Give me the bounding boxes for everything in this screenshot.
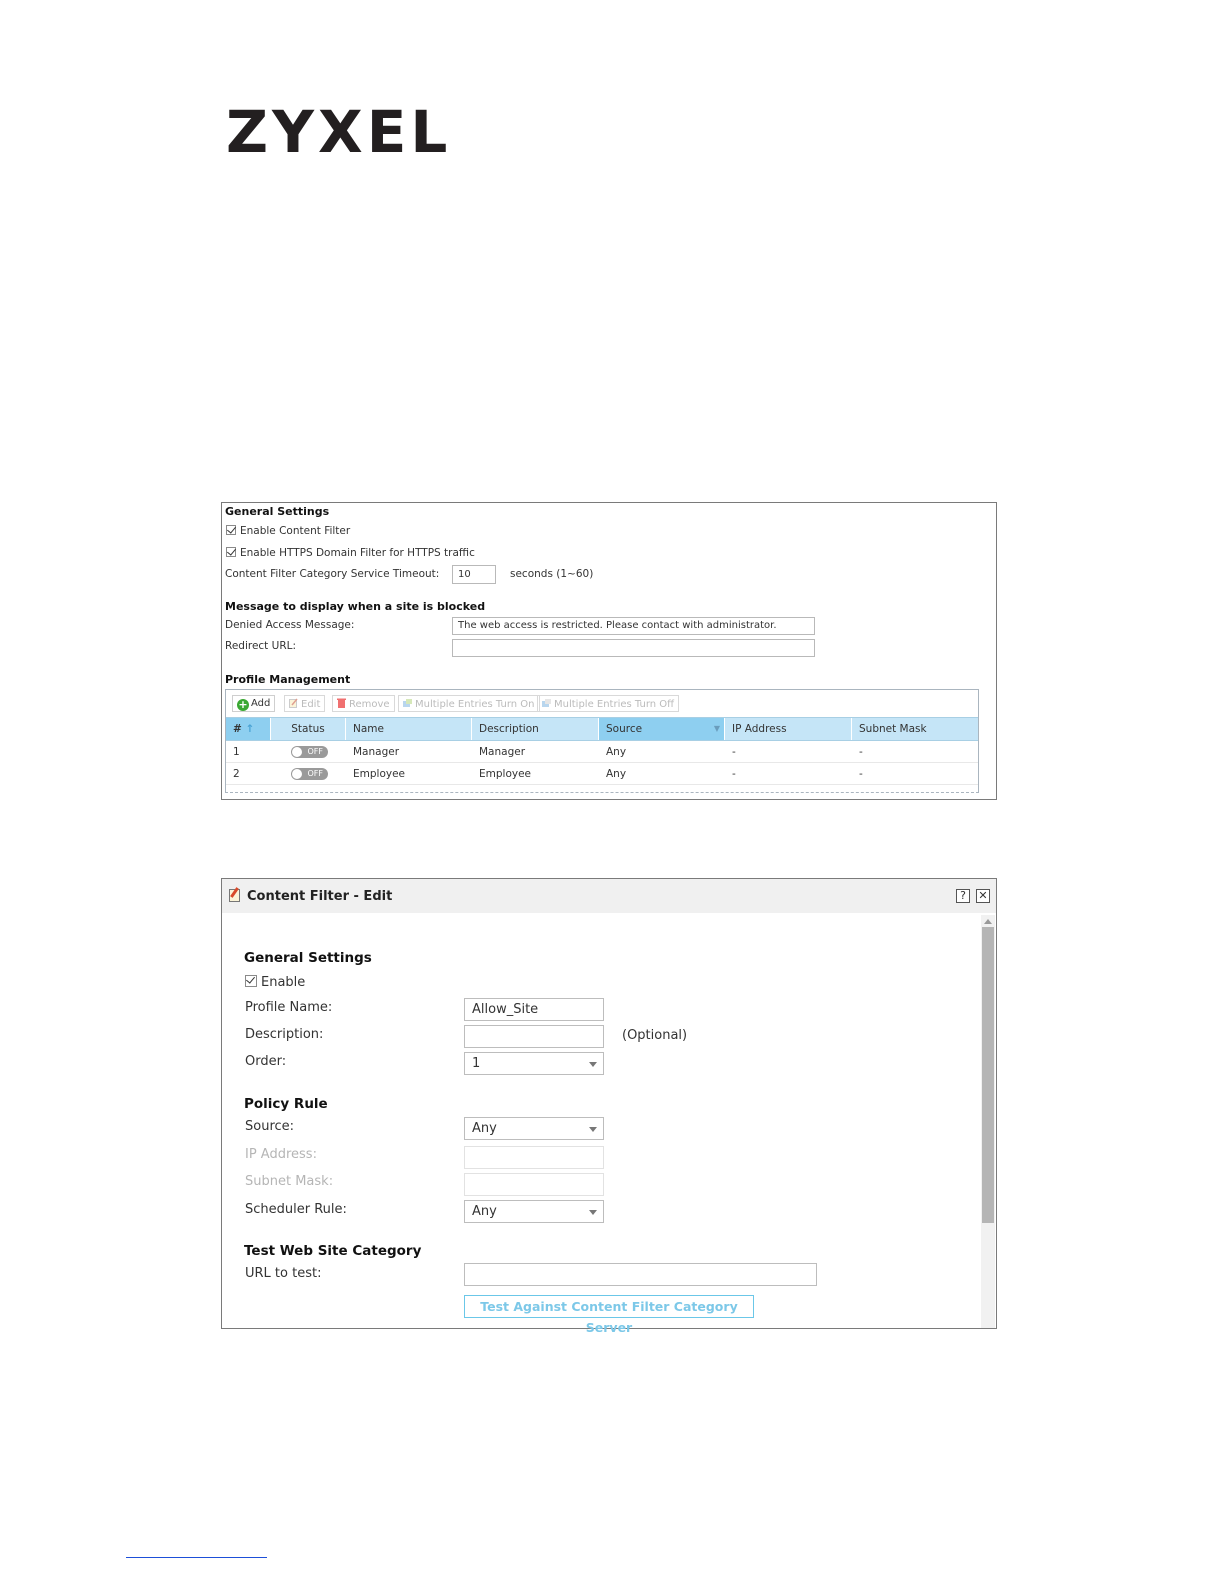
add-icon: + <box>237 698 249 711</box>
column-menu-icon[interactable]: ▼ <box>714 718 720 740</box>
col-status[interactable]: Status <box>271 718 346 740</box>
remove-button[interactable]: Remove <box>332 695 395 712</box>
content-filter-settings-panel: General Settings Enable Content Filter E… <box>221 502 997 800</box>
row-source: Any <box>606 768 627 780</box>
ip-address-input <box>464 1146 604 1169</box>
edit-button[interactable]: Edit <box>284 695 326 712</box>
description-label: Description: <box>245 1027 324 1042</box>
table-row[interactable]: 1 OFF Manager Manager Any - - <box>226 741 978 763</box>
row-name: Employee <box>353 768 406 780</box>
row-ip: - <box>732 768 736 780</box>
multiple-entries-off-button[interactable]: Multiple Entries Turn Off <box>537 695 680 712</box>
edit-icon <box>289 698 298 708</box>
row-number: 2 <box>233 768 240 780</box>
profile-management-title: Profile Management <box>225 673 351 686</box>
test-web-site-title: Test Web Site Category <box>244 1243 422 1259</box>
trash-icon <box>337 698 346 708</box>
timeout-label: Content Filter Category Service Timeout: <box>225 568 440 580</box>
test-category-server-button[interactable]: Test Against Content Filter Category Ser… <box>464 1295 754 1335</box>
profile-name-input[interactable]: Allow_Site <box>464 998 604 1021</box>
enable-https-row[interactable]: Enable HTTPS Domain Filter for HTTPS tra… <box>226 547 475 559</box>
enable-https-label: Enable HTTPS Domain Filter for HTTPS tra… <box>240 547 475 559</box>
url-to-test-label: URL to test: <box>245 1266 322 1281</box>
row-source: Any <box>606 746 627 758</box>
scheduler-rule-select[interactable]: Any <box>464 1200 604 1223</box>
subnet-mask-label: Subnet Mask: <box>245 1174 334 1189</box>
denied-access-label: Denied Access Message: <box>225 619 355 631</box>
vertical-scrollbar[interactable] <box>981 915 995 1328</box>
edit-icon <box>229 889 240 902</box>
enable-checkbox[interactable] <box>245 975 257 987</box>
source-select[interactable]: Any <box>464 1117 604 1140</box>
dialog-title: Content Filter - Edit <box>247 889 393 904</box>
optional-hint: (Optional) <box>622 1028 688 1043</box>
col-source[interactable]: Source ▼ <box>599 718 725 740</box>
add-button[interactable]: + Add <box>232 695 276 712</box>
footer-link-underline[interactable] <box>126 1557 267 1558</box>
url-to-test-input[interactable] <box>464 1263 817 1286</box>
col-subnet-mask[interactable]: Subnet Mask <box>852 718 978 740</box>
row-mask: - <box>859 746 863 758</box>
col-name[interactable]: Name <box>346 718 472 740</box>
status-toggle[interactable]: OFF <box>291 768 328 780</box>
row-number: 1 <box>233 746 240 758</box>
subnet-mask-input <box>464 1173 604 1196</box>
row-mask: - <box>859 768 863 780</box>
scroll-up-icon[interactable] <box>984 919 992 924</box>
denied-access-input[interactable]: The web access is restricted. Please con… <box>452 617 815 635</box>
table-row[interactable]: 2 OFF Employee Employee Any - - <box>226 763 978 785</box>
multiple-entries-on-button[interactable]: Multiple Entries Turn On <box>398 695 540 712</box>
policy-rule-title: Policy Rule <box>244 1096 328 1112</box>
profile-table: + Add Edit Remove Multiple Entries Turn O… <box>225 689 979 793</box>
multi-off-icon <box>542 699 551 707</box>
timeout-input[interactable]: 10 <box>452 565 496 584</box>
status-toggle[interactable]: OFF <box>291 746 328 758</box>
enable-https-checkbox[interactable] <box>226 547 236 557</box>
scheduler-rule-label: Scheduler Rule: <box>245 1202 347 1217</box>
enable-label: Enable <box>261 975 306 990</box>
sort-up-icon: ↑ <box>245 723 255 735</box>
enable-content-filter-checkbox[interactable] <box>226 525 236 535</box>
row-description: Employee <box>479 768 532 780</box>
zyxel-logo: ZYXEL <box>226 98 452 166</box>
content-filter-edit-dialog: Content Filter - Edit ? ✕ General Settin… <box>221 878 997 1335</box>
scroll-thumb[interactable] <box>982 927 994 1223</box>
row-name: Manager <box>353 746 400 758</box>
row-ip: - <box>732 746 736 758</box>
col-number[interactable]: # ↑ <box>226 718 271 740</box>
enable-content-filter-label: Enable Content Filter <box>240 525 351 537</box>
ip-address-label: IP Address: <box>245 1147 317 1162</box>
general-settings-title: General Settings <box>225 505 330 518</box>
redirect-url-label: Redirect URL: <box>225 640 297 652</box>
profile-name-label: Profile Name: <box>245 1000 333 1015</box>
enable-content-filter-row[interactable]: Enable Content Filter <box>226 525 350 537</box>
description-input[interactable] <box>464 1025 604 1048</box>
close-icon[interactable]: ✕ <box>976 889 990 903</box>
source-label: Source: <box>245 1119 295 1134</box>
multi-on-icon <box>403 699 412 707</box>
order-label: Order: <box>245 1054 287 1069</box>
order-select[interactable]: 1 <box>464 1052 604 1075</box>
timeout-unit: seconds (1~60) <box>510 568 594 580</box>
blocked-message-title: Message to display when a site is blocke… <box>225 600 486 613</box>
col-description[interactable]: Description <box>472 718 599 740</box>
table-header: # ↑ Status Name Description Source ▼ IP A… <box>226 717 978 741</box>
row-description: Manager <box>479 746 526 758</box>
general-settings-title: General Settings <box>244 950 372 966</box>
enable-row[interactable]: Enable <box>245 975 305 990</box>
redirect-url-input[interactable] <box>452 639 815 657</box>
help-icon[interactable]: ? <box>956 889 970 903</box>
dialog-header: Content Filter - Edit ? ✕ <box>222 879 996 913</box>
profile-toolbar: + Add Edit Remove Multiple Entries Turn O… <box>226 690 978 717</box>
col-ip-address[interactable]: IP Address <box>725 718 852 740</box>
